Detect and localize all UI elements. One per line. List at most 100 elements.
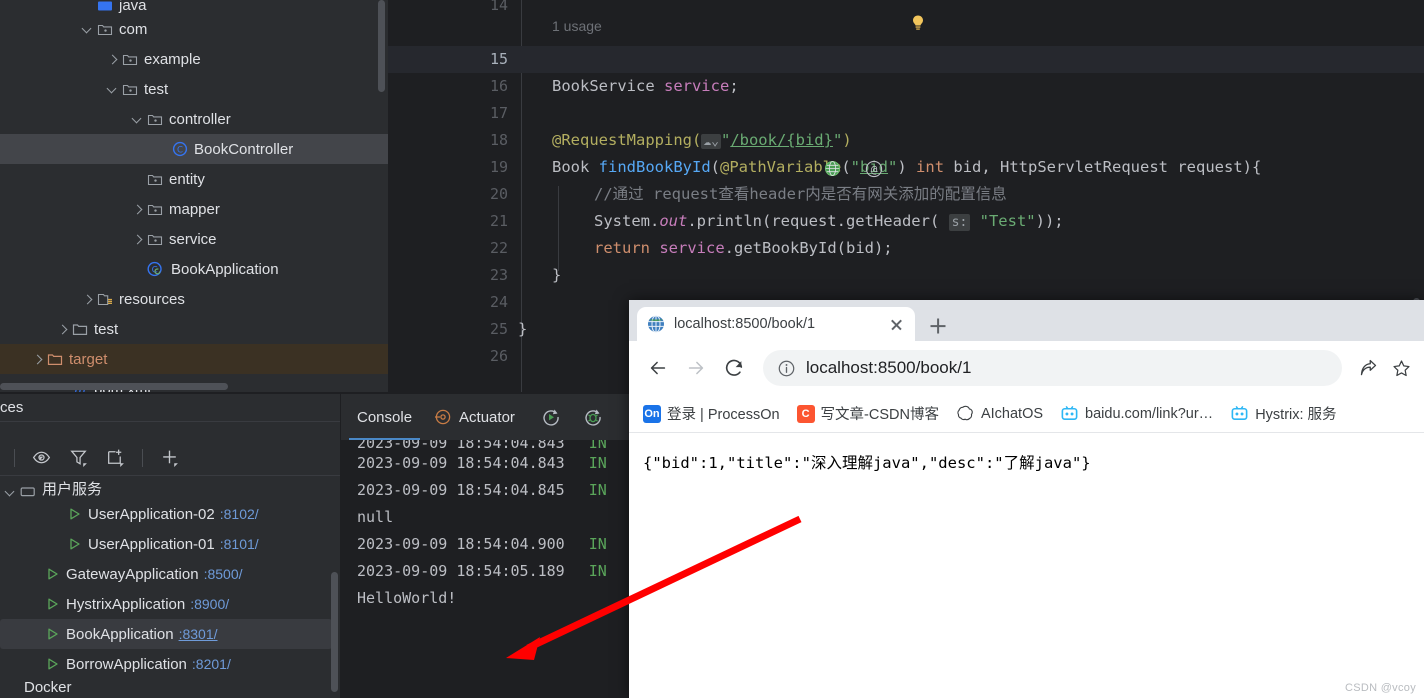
service-item-port[interactable]: :8900/ xyxy=(190,596,229,612)
debug-rerun-icon[interactable] xyxy=(583,407,603,427)
editor-line-19[interactable]: 19 xyxy=(388,154,1424,181)
bookmark-label: 写文章-CSDN博客 xyxy=(821,403,939,424)
editor-line-21[interactable]: 21 xyxy=(388,208,1424,235)
editor-line-hint[interactable] xyxy=(388,19,1424,46)
forward-arrow-icon[interactable] xyxy=(679,351,713,385)
tree-item-resources[interactable]: resources xyxy=(0,284,388,314)
tree-item-controller[interactable]: controller xyxy=(0,104,388,134)
services-list[interactable]: 用户服务 UserApplication-02 :8102/ UserAppli… xyxy=(0,477,340,698)
editor-line-15[interactable]: 15 xyxy=(388,46,1424,73)
editor-line-23[interactable]: 23 xyxy=(388,262,1424,289)
intention-bulb-icon[interactable] xyxy=(910,14,926,32)
line-number: 14 xyxy=(388,0,522,19)
info-circle-icon[interactable] xyxy=(777,359,796,378)
editor-line-18[interactable]: 18 xyxy=(388,127,1424,154)
editor-line-22[interactable]: 22 xyxy=(388,235,1424,262)
chevron-right-icon[interactable] xyxy=(106,53,119,66)
eye-icon[interactable] xyxy=(31,447,52,468)
service-item-borrowapplication[interactable]: BorrowApplication :8201/ xyxy=(0,649,332,679)
log-text: 2023-09-09 18:54:04.843 xyxy=(357,454,565,472)
tree-item-mapper[interactable]: mapper xyxy=(0,194,388,224)
editor-line-17[interactable]: 17 xyxy=(388,100,1424,127)
bookmark-item[interactable]: On 登录 | ProcessOn xyxy=(643,403,780,424)
browser-tab[interactable]: localhost:8500/book/1 xyxy=(637,307,915,341)
run-triangle-icon[interactable] xyxy=(68,537,82,551)
line-number: 23 xyxy=(388,262,522,289)
service-item-port[interactable]: :8201/ xyxy=(192,656,231,672)
tree-item-service[interactable]: service xyxy=(0,224,388,254)
toolbar-actions[interactable] xyxy=(1346,358,1412,379)
address-bar[interactable]: localhost:8500/book/1 xyxy=(763,350,1342,386)
service-group-row[interactable]: 用户服务 xyxy=(0,477,340,499)
chevron-none xyxy=(156,143,169,156)
add-group-icon[interactable] xyxy=(105,447,126,468)
service-item-hystrixapplication[interactable]: HystrixApplication :8900/ xyxy=(0,589,332,619)
line-number: 24 xyxy=(388,289,522,316)
project-tree-horizontal-scrollbar[interactable] xyxy=(0,383,228,390)
chevron-right-icon[interactable] xyxy=(56,323,69,336)
share-icon[interactable] xyxy=(1358,358,1379,379)
editor-line-16[interactable]: 16 xyxy=(388,73,1424,100)
bookmark-item[interactable]: Hystrix: 服务 xyxy=(1230,403,1336,424)
run-triangle-icon[interactable] xyxy=(46,597,60,611)
bookmark-item[interactable]: baidu.com/link?ur… xyxy=(1060,404,1213,423)
run-triangle-icon[interactable] xyxy=(68,507,82,521)
service-item-port[interactable]: :8301/ xyxy=(179,626,218,642)
tree-item-test[interactable]: test xyxy=(0,314,388,344)
tree-item-entity[interactable]: entity xyxy=(0,164,388,194)
tree-item-target[interactable]: target xyxy=(0,344,388,374)
services-tool-window[interactable]: ces xyxy=(0,394,340,698)
service-item-userapplication-01[interactable]: UserApplication-01 :8101/ xyxy=(0,529,332,559)
service-item-bookapplication[interactable]: BookApplication :8301/ xyxy=(0,619,332,649)
service-item-port[interactable]: :8102/ xyxy=(220,506,259,522)
tab-console[interactable]: Console xyxy=(357,409,412,426)
web-endpoint-icon[interactable] xyxy=(824,160,841,177)
rerun-icon[interactable] xyxy=(541,407,561,427)
services-toolbar[interactable] xyxy=(0,440,340,476)
tree-item-example[interactable]: example xyxy=(0,44,388,74)
chevron-right-icon[interactable] xyxy=(31,353,44,366)
override-at-icon[interactable]: @ xyxy=(865,160,883,178)
chevron-right-icon[interactable] xyxy=(131,233,144,246)
log-text: null xyxy=(357,508,393,526)
chevron-down-icon[interactable] xyxy=(4,486,17,499)
line-number: 22 xyxy=(388,235,522,262)
service-item-port[interactable]: :8101/ xyxy=(220,536,259,552)
service-item-userapplication-02[interactable]: UserApplication-02 :8102/ xyxy=(0,499,332,529)
service-item-gatewayapplication[interactable]: GatewayApplication :8500/ xyxy=(0,559,332,589)
reload-icon[interactable] xyxy=(717,351,751,385)
services-vertical-scrollbar[interactable] xyxy=(331,572,338,692)
browser-toolbar[interactable]: localhost:8500/book/1 xyxy=(629,341,1424,395)
filter-icon[interactable] xyxy=(68,447,89,468)
run-triangle-icon[interactable] xyxy=(46,627,60,641)
tree-item-java[interactable]: java xyxy=(0,0,388,14)
close-icon[interactable] xyxy=(888,316,905,333)
tree-item-test[interactable]: test xyxy=(0,74,388,104)
bookmark-item[interactable]: AIchatOS xyxy=(956,404,1043,423)
tree-item-bookcontroller[interactable]: C BookController xyxy=(0,134,388,164)
chevron-down-icon[interactable] xyxy=(131,113,144,126)
run-triangle-icon[interactable] xyxy=(46,567,60,581)
new-tab-button[interactable] xyxy=(923,311,953,341)
project-tree-panel[interactable]: java com example test contro xyxy=(0,0,388,392)
run-triangle-icon[interactable] xyxy=(46,657,60,671)
browser-window[interactable]: localhost:8500/book/1 xyxy=(629,300,1424,698)
chevron-right-icon[interactable] xyxy=(81,293,94,306)
chevron-right-icon[interactable] xyxy=(131,203,144,216)
plus-icon[interactable] xyxy=(159,447,180,468)
bookmark-item[interactable]: C 写文章-CSDN博客 xyxy=(797,403,939,424)
tree-item-com[interactable]: com xyxy=(0,14,388,44)
chevron-down-icon[interactable] xyxy=(106,83,119,96)
service-item-port[interactable]: :8500/ xyxy=(204,566,243,582)
service-item-docker[interactable]: Docker xyxy=(0,679,332,693)
editor-line-20[interactable]: 20 xyxy=(388,181,1424,208)
browser-tab-strip[interactable]: localhost:8500/book/1 xyxy=(629,300,1424,341)
star-icon[interactable] xyxy=(1391,358,1412,379)
project-tree-vertical-scrollbar[interactable] xyxy=(378,0,385,92)
editor-line-14[interactable]: 14 xyxy=(388,0,1424,19)
tree-item-bookapplication[interactable]: C BookApplication xyxy=(0,254,388,284)
bookmarks-bar[interactable]: On 登录 | ProcessOn C 写文章-CSDN博客 AIchatOS … xyxy=(629,395,1424,433)
chevron-down-icon[interactable] xyxy=(81,23,94,36)
back-arrow-icon[interactable] xyxy=(641,351,675,385)
tab-actuator[interactable]: Actuator xyxy=(434,408,515,426)
